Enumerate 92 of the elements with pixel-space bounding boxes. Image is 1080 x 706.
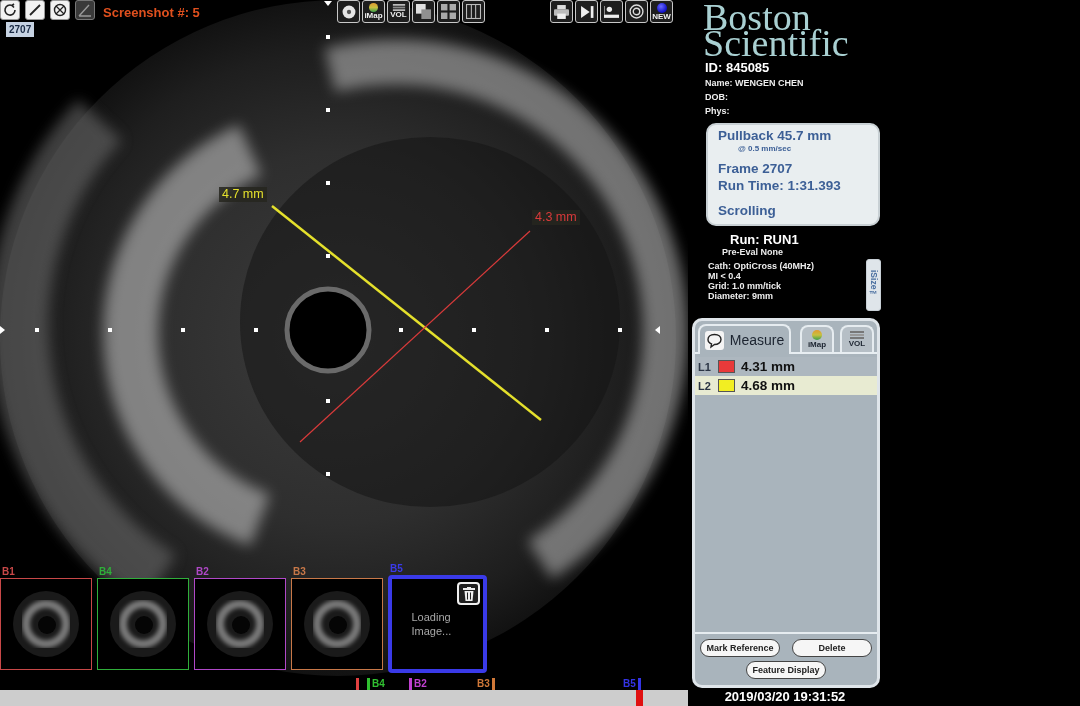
- measurement-name: L1: [698, 360, 712, 373]
- toolbar-button[interactable]: [600, 0, 623, 23]
- circle-cross-icon: [53, 3, 67, 17]
- measurement-row[interactable]: L1 4.31 mm: [695, 357, 877, 376]
- tool-button[interactable]: [25, 0, 45, 20]
- line-icon: [28, 3, 42, 17]
- pullback-speed: @ 0.5 mm/sec: [738, 144, 793, 153]
- status-text: Scrolling: [718, 202, 777, 219]
- squares-icon: [416, 4, 431, 19]
- tool-button[interactable]: [0, 0, 20, 20]
- timeline-thumb[interactable]: [636, 690, 644, 706]
- bookmark-thumbnail[interactable]: [291, 578, 383, 670]
- side-tab[interactable]: iSize™: [866, 259, 881, 311]
- measurement-value: 4.68 mm: [741, 378, 796, 393]
- bookmark-thumbnail[interactable]: [0, 578, 92, 670]
- marker-label: B5: [623, 678, 636, 690]
- toolbar-button[interactable]: [437, 0, 460, 23]
- bookmark-label: B3: [293, 565, 306, 578]
- screen-icon: [604, 4, 619, 19]
- patient-field: DOB:: [705, 90, 886, 104]
- bookmark-label: B2: [196, 565, 209, 578]
- angle-icon: [78, 3, 92, 17]
- patient-field: Phys:: [705, 104, 886, 118]
- edge-marker-icon: [655, 326, 660, 334]
- measurement-row[interactable]: L2 4.68 mm: [695, 376, 877, 395]
- disc-icon: [341, 4, 356, 19]
- scan-thumbnail-drawing: [205, 589, 275, 659]
- toolbar-button[interactable]: [412, 0, 435, 23]
- catheter-detail: MI < 0.4: [708, 271, 742, 281]
- marker-label: B2: [414, 678, 427, 690]
- grid-icon: [441, 4, 456, 19]
- toolbar-button[interactable]: [337, 0, 360, 23]
- speech-bubble-icon: [704, 330, 724, 350]
- loading-text: Loading Image...: [411, 610, 453, 638]
- bookmark-label: B1: [2, 565, 15, 578]
- stripes-icon: [391, 4, 406, 11]
- tool-button[interactable]: [50, 0, 70, 20]
- delete-button[interactable]: [457, 582, 480, 605]
- marker-label: B3: [477, 678, 490, 690]
- brand-logo: Boston Scientific: [703, 0, 850, 56]
- skip-end-icon: [579, 4, 594, 19]
- sphere-icon: [656, 2, 667, 13]
- panel-button[interactable]: Feature Display: [746, 661, 826, 679]
- toolbar-button[interactable]: [462, 0, 485, 23]
- trash-icon: [462, 586, 475, 601]
- ball-icon: [369, 3, 378, 12]
- bookmark-label: B5: [390, 562, 403, 575]
- bookmark-thumbnail[interactable]: [194, 578, 286, 670]
- screenshot-counter: Screenshot #: 5: [103, 5, 200, 20]
- frame-badge: 2707: [6, 22, 35, 37]
- stripes-icon: [849, 331, 865, 339]
- measurement-label: 4.7 mm: [219, 187, 267, 202]
- pre-eval-text: Pre-Eval None: [722, 247, 785, 257]
- marker-label: B4: [372, 678, 385, 690]
- bookmark-thumbnail[interactable]: [97, 578, 189, 670]
- columns-icon: [466, 4, 481, 19]
- patient-id: ID: 845085: [705, 60, 771, 76]
- measurement-name: L2: [698, 379, 712, 392]
- timeline-track[interactable]: [0, 690, 688, 706]
- catheter-detail: Diameter: 9mm: [708, 291, 775, 301]
- toolbar-button[interactable]: NEW: [650, 0, 673, 23]
- toolbar-button[interactable]: [550, 0, 573, 23]
- scan-thumbnail-drawing: [302, 589, 372, 659]
- bookmark-label: B4: [99, 565, 112, 578]
- bookmark-thumbnail[interactable]: Loading Image...: [388, 575, 487, 673]
- toolbar-button[interactable]: [625, 0, 648, 23]
- edge-marker-icon: [324, 1, 332, 6]
- scan-thumbnail-drawing: [11, 589, 81, 659]
- toolbar-button[interactable]: iMap: [362, 0, 385, 23]
- pullback-length: Pullback 45.7 mm: [718, 127, 833, 144]
- printer-icon: [554, 4, 569, 19]
- loop-icon: [3, 3, 17, 17]
- frame-number: Frame 2707: [718, 160, 794, 177]
- timestamp: 2019/03/20 19:31:52: [723, 688, 847, 706]
- panel-tab[interactable]: iMap: [800, 325, 834, 352]
- panel-button[interactable]: Delete: [792, 639, 872, 657]
- run-title: Run: RUN1: [730, 232, 800, 247]
- toolbar-button[interactable]: [575, 0, 598, 23]
- panel-button[interactable]: Mark Reference: [700, 639, 780, 657]
- panel-tab[interactable]: Measure: [698, 324, 791, 354]
- measurement-value: 4.31 mm: [741, 359, 796, 374]
- run-time: Run Time: 1:31.393: [718, 177, 842, 194]
- patient-field: Name: WENGEN CHEN: [705, 76, 886, 90]
- ring-icon: [629, 4, 644, 19]
- panel-tab[interactable]: VOL: [840, 325, 874, 352]
- ball-icon: [812, 330, 822, 340]
- edge-marker-icon: [0, 326, 5, 334]
- catheter-detail: Cath: OptiCross (40MHz): [708, 261, 814, 271]
- measurement-label: 4.3 mm: [532, 210, 580, 225]
- catheter-detail: Grid: 1.0 mm/tick: [708, 281, 783, 291]
- toolbar-button[interactable]: VOL: [387, 0, 410, 23]
- scan-thumbnail-drawing: [108, 589, 178, 659]
